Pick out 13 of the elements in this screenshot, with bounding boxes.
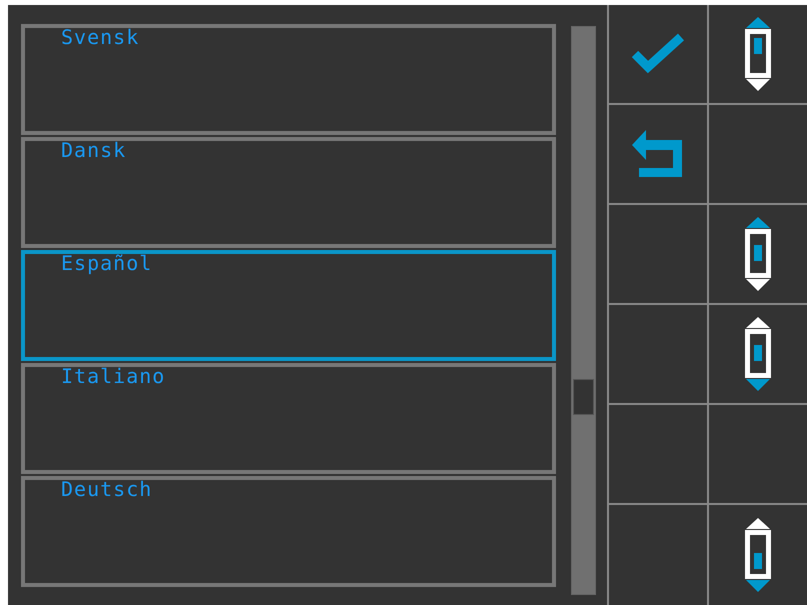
language-item[interactable]: Italiano <box>21 363 556 474</box>
page-down-icon <box>745 518 771 592</box>
language-item[interactable]: Dansk <box>21 137 556 248</box>
scroll-up-icon <box>745 217 771 291</box>
scrollbar[interactable] <box>571 26 596 595</box>
language-item[interactable]: Svensk <box>21 24 556 135</box>
scroll-down-icon <box>745 317 771 391</box>
scrollbar-thumb[interactable] <box>573 379 594 415</box>
language-item[interactable]: Deutsch <box>21 476 556 587</box>
page-up-icon <box>745 17 771 91</box>
return-arrow-icon <box>632 130 684 178</box>
check-icon <box>630 32 686 76</box>
language-item[interactable]: Español <box>21 250 556 361</box>
